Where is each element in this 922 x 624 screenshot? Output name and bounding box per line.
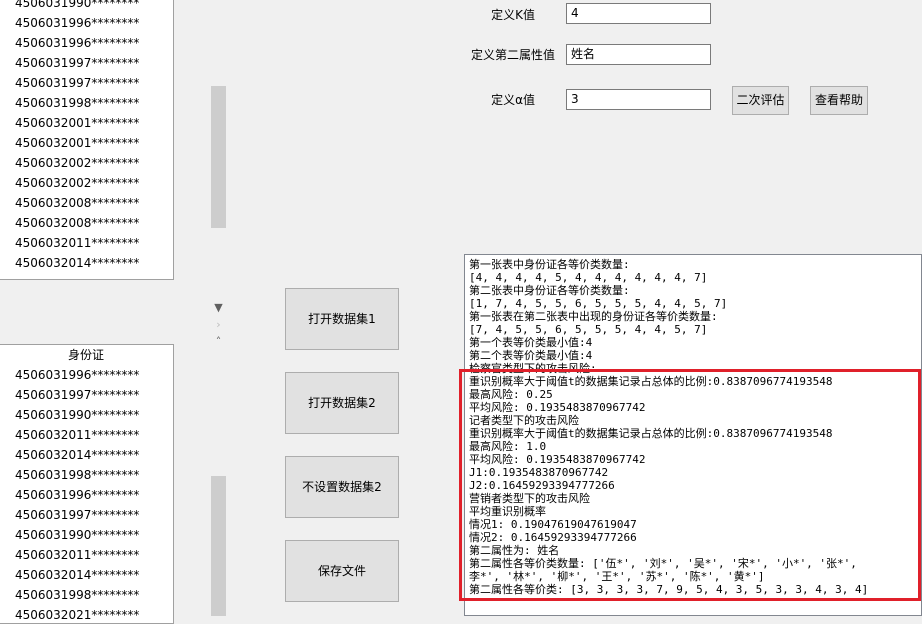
output-line: 营销者类型下的攻击风险 [469, 492, 590, 505]
list-item[interactable]: 4506032011******** [0, 233, 173, 253]
list-item[interactable]: 4506032002******** [0, 153, 173, 173]
output-line: 第二属性为: 姓名 [469, 544, 560, 557]
output-line: 第二属性各等价类: [3, 3, 3, 3, 7, 9, 5, 4, 3, 5,… [469, 583, 869, 596]
output-line: 李*', '林*', '柳*', '王*', '苏*', '陈*', '黄*'] [469, 570, 765, 583]
output-line: 重识别概率大于阈值t的数据集记录占总体的比例:0.838709677419354… [469, 427, 833, 440]
list-header-id: 身份证 [67, 348, 104, 362]
output-line: 情况2: 0.16459293394777266 [469, 531, 637, 544]
alpha-value-input[interactable]: 3 [566, 89, 711, 110]
list-item[interactable]: 4506032001******** [0, 113, 173, 133]
output-line: [7, 4, 5, 5, 6, 5, 5, 5, 4, 4, 5, 7] [469, 323, 708, 336]
help-label: 查看帮助 [814, 93, 863, 107]
scroll-thumb-bottom[interactable] [211, 476, 226, 616]
list-item[interactable]: 4506032014******** [0, 445, 173, 465]
output-line: 最高风险: 0.25 [469, 388, 553, 401]
no-dataset2-button[interactable]: 不设置数据集2 [285, 456, 399, 518]
output-line: [1, 7, 4, 5, 5, 6, 5, 5, 5, 4, 4, 5, 7] [469, 297, 728, 310]
list-item[interactable]: 4506032014******** [0, 565, 173, 585]
bottom-id-list[interactable]: 身份证 4506031996******** 4506031997********… [0, 344, 174, 624]
open-dataset1-button[interactable]: 打开数据集1 [285, 288, 399, 350]
output-line: 平均风险: 0.1935483870967742 [469, 453, 646, 466]
output-line: J1:0.1935483870967742 [469, 466, 609, 479]
output-line: 第一个表等价类最小值:4 [469, 336, 593, 349]
output-line: [4, 4, 4, 4, 5, 4, 4, 4, 4, 4, 4, 7] [469, 271, 708, 284]
output-line: 第二张表中身份证各等价类数量: [469, 284, 630, 297]
output-line: J2:0.16459293394777266 [469, 479, 615, 492]
output-line: 第一张表中身份证各等价类数量: [469, 258, 630, 271]
bottom-id-list-rows: 4506031996******** 4506031997******** 4506… [0, 365, 173, 623]
list-item[interactable]: 4506032011******** [0, 545, 173, 565]
second-eval-label: 二次评估 [736, 93, 785, 107]
output-line: 记者类型下的攻击风险 [469, 414, 579, 427]
list-item[interactable]: 4506031990******** [0, 405, 173, 425]
output-line: 重识别概率大于阈值t的数据集记录占总体的比例:0.838709677419354… [469, 375, 833, 388]
list-item[interactable]: 4506032014******** [0, 253, 173, 273]
scroll-thumb-top[interactable] [211, 86, 226, 228]
list-item[interactable]: 4506031996******** [0, 485, 173, 505]
list-item[interactable]: 4506032008******** [0, 213, 173, 233]
list-item[interactable]: 4506031990******** [0, 0, 173, 13]
list-item[interactable]: 4506032008******** [0, 193, 173, 213]
list-item[interactable]: 4506031990******** [0, 525, 173, 545]
output-line: 第一张表在第二张表中出现的身份证各等价类数量: [469, 310, 718, 323]
open-dataset2-button[interactable]: 打开数据集2 [285, 372, 399, 434]
list-item[interactable]: 4506031998******** [0, 585, 173, 605]
list-item[interactable]: 4506031998******** [0, 93, 173, 113]
alpha-value-label: 定义α值 [491, 93, 535, 107]
list-item[interactable]: 4506032001******** [0, 133, 173, 153]
save-file-button[interactable]: 保存文件 [285, 540, 399, 602]
top-id-list[interactable]: 4506031990******** 4506031996******** 4506… [0, 0, 174, 280]
result-output-textarea[interactable]: 第一张表中身份证各等价类数量: [4, 4, 4, 4, 5, 4, 4, 4, … [464, 254, 922, 616]
second-attr-input[interactable]: 姓名 [566, 44, 711, 65]
result-output-lines: 第一张表中身份证各等价类数量: [4, 4, 4, 4, 5, 4, 4, 4, … [465, 258, 921, 596]
scroll-down-icon[interactable]: ▼ [210, 300, 227, 316]
list-item[interactable]: 4506031997******** [0, 53, 173, 73]
output-line: 平均重识别概率 [469, 505, 546, 518]
k-value-label: 定义K值 [491, 8, 535, 22]
list-item[interactable]: 4506032021******** [0, 605, 173, 623]
list-item[interactable]: 4506031996******** [0, 365, 173, 385]
scroll-right-icon[interactable]: › [210, 317, 227, 333]
list-item[interactable]: 4506031997******** [0, 73, 173, 93]
list-item[interactable]: 4506031996******** [0, 13, 173, 33]
open-dataset1-label: 打开数据集1 [308, 312, 376, 326]
output-line: 最高风险: 1.0 [469, 440, 547, 453]
help-button[interactable]: 查看帮助 [810, 86, 868, 115]
list-item[interactable]: 4506032002******** [0, 173, 173, 193]
scroll-up-icon[interactable]: ˄ [210, 334, 227, 350]
vertical-scrollbar[interactable]: ▼ › ˄ [210, 0, 227, 616]
output-line: 情况1: 0.19047619047619047 [469, 518, 637, 531]
top-id-list-rows: 4506031990******** 4506031996******** 4506… [0, 0, 173, 273]
list-item[interactable]: 4506031996******** [0, 33, 173, 53]
open-dataset2-label: 打开数据集2 [308, 396, 376, 410]
k-value-input[interactable]: 4 [566, 3, 711, 24]
list-item[interactable]: 4506031997******** [0, 505, 173, 525]
output-line: 第二属性各等价类数量: ['伍*', '刘*', '吴*', '宋*', '小*… [469, 557, 857, 570]
output-line: 第二个表等价类最小值:4 [469, 349, 593, 362]
list-item[interactable]: 4506031997******** [0, 385, 173, 405]
output-line: 平均风险: 0.1935483870967742 [469, 401, 646, 414]
list-item[interactable]: 4506032011******** [0, 425, 173, 445]
second-eval-button[interactable]: 二次评估 [732, 86, 789, 115]
output-line: 检察官类型下的攻击风险: [469, 362, 597, 375]
list-item[interactable]: 4506031998******** [0, 465, 173, 485]
save-file-label: 保存文件 [317, 564, 366, 578]
no-dataset2-label: 不设置数据集2 [302, 480, 382, 494]
second-attr-label: 定义第二属性值 [470, 48, 555, 62]
